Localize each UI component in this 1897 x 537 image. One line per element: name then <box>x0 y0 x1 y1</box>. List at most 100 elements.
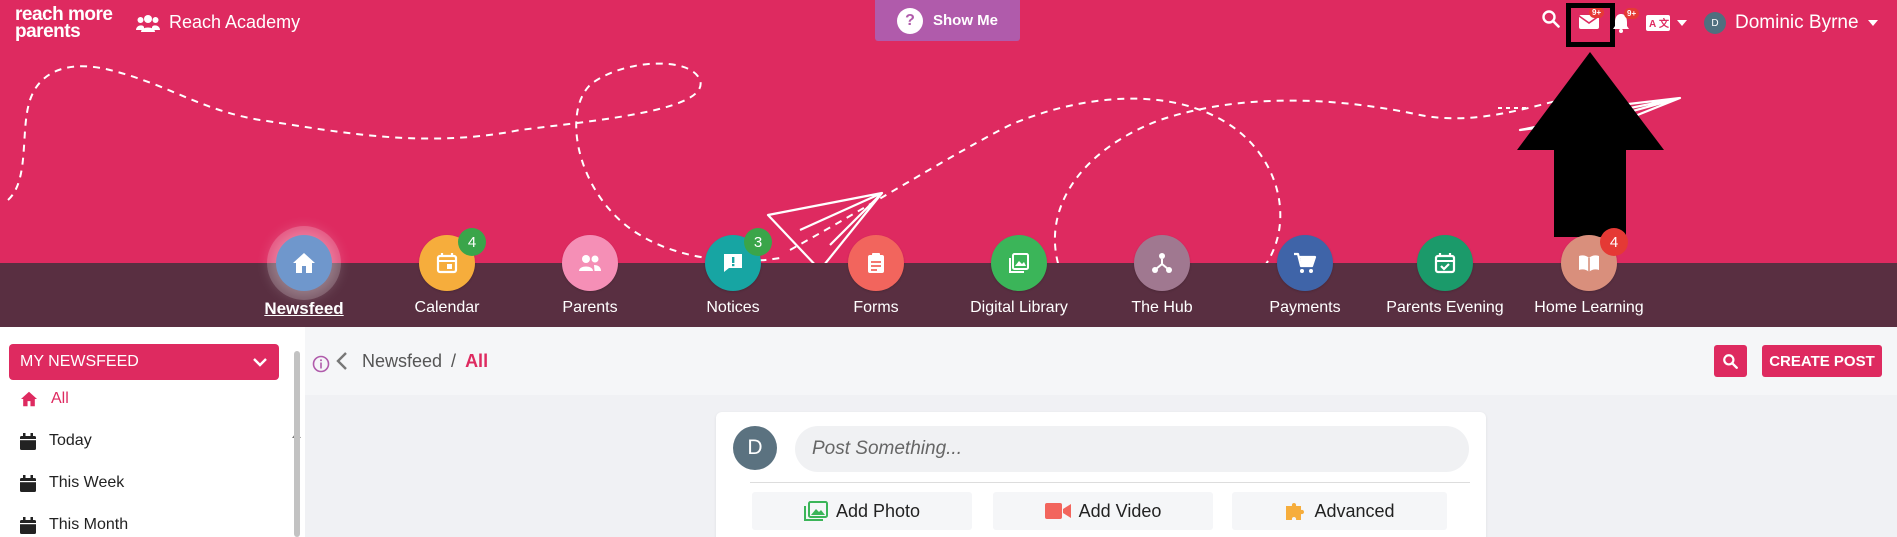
nav-home-learning-badge: 4 <box>1600 228 1628 256</box>
nav-the-hub-label: The Hub <box>1131 299 1193 316</box>
nav-digital-library-label: Digital Library <box>970 299 1068 316</box>
nav-payments[interactable]: Payments <box>1235 235 1375 317</box>
post-something-input[interactable] <box>795 426 1469 472</box>
sidebar-item-today[interactable]: Today <box>20 432 92 450</box>
nav-forms-circle <box>848 235 904 291</box>
nav-parents-evening[interactable]: Parents Evening <box>1375 235 1515 317</box>
school-name[interactable]: Reach Academy <box>136 12 300 33</box>
notifications-button[interactable]: 9+ <box>1612 8 1640 33</box>
nav-payments-circle <box>1277 235 1333 291</box>
nav-calendar[interactable]: 4 Calendar <box>377 228 517 317</box>
user-avatar: D <box>1704 12 1726 34</box>
nav-parents-evening-circle <box>1417 235 1473 291</box>
user-menu[interactable]: D Dominic Byrne <box>1704 12 1878 34</box>
calendar-icon <box>20 432 36 450</box>
caret-down-icon <box>1677 20 1687 26</box>
nav-newsfeed-label: Newsfeed <box>264 299 344 318</box>
reach-more-parents-logo[interactable]: reach more parents <box>15 5 113 42</box>
nav-home-learning[interactable]: 4 Home Learning <box>1519 228 1659 317</box>
nav-notices-circle: 3 <box>705 228 772 291</box>
add-photo-label: Add Photo <box>835 500 921 521</box>
sidebar-item-this-week[interactable]: This Week <box>20 474 124 492</box>
cart-icon <box>1294 252 1317 273</box>
sidebar-item-label: All <box>51 390 69 407</box>
advanced-button[interactable]: Advanced <box>1232 492 1447 530</box>
add-video-button[interactable]: Add Video <box>993 492 1213 530</box>
chevron-left-icon[interactable] <box>336 351 348 371</box>
nav-parents-circle <box>562 235 618 291</box>
svg-text:文: 文 <box>1659 17 1670 30</box>
form-icon <box>868 253 884 273</box>
nav-forms[interactable]: Forms <box>806 235 946 317</box>
home-icon <box>21 391 37 407</box>
nav-calendar-circle: 4 <box>419 228 486 291</box>
advanced-label: Advanced <box>1314 500 1395 521</box>
add-photo-button[interactable]: Add Photo <box>752 492 972 530</box>
image-icon <box>1009 253 1029 273</box>
nav-the-hub-circle <box>1134 235 1190 291</box>
avatar: D <box>733 426 777 470</box>
hub-icon <box>1152 253 1172 273</box>
nav-newsfeed[interactable]: Newsfeed <box>234 235 374 319</box>
nav-digital-library-circle <box>991 235 1047 291</box>
book-icon <box>1579 255 1599 272</box>
sidebar-item-this-month[interactable]: This Month <box>20 516 128 534</box>
app-root: reach more parents Reach Academy ? Show … <box>0 0 1897 537</box>
composer-divider <box>750 482 1470 483</box>
people-icon <box>136 14 160 32</box>
show-me-label: Show Me <box>932 12 998 29</box>
breadcrumb-root[interactable]: Newsfeed <box>362 351 442 372</box>
sidebar-scrollbar[interactable] <box>294 351 300 537</box>
translate-icon: A文 <box>1646 15 1670 31</box>
nav-parents-label: Parents <box>562 299 618 316</box>
newsfeed-search-button[interactable] <box>1714 345 1747 377</box>
people-icon <box>579 255 601 271</box>
nav-home-learning-label: Home Learning <box>1534 299 1644 316</box>
sidebar-item-label: This Month <box>49 516 129 533</box>
breadcrumb-separator: / <box>451 351 457 371</box>
home-icon <box>293 253 315 273</box>
logo-line-2: parents <box>15 21 81 42</box>
video-camera-icon <box>1044 503 1071 519</box>
user-name: Dominic Byrne <box>1735 12 1859 33</box>
calendar-icon <box>436 253 458 274</box>
nav-newsfeed-circle <box>276 235 332 291</box>
breadcrumb-current: All <box>465 351 489 371</box>
add-video-label: Add Video <box>1078 500 1162 521</box>
calendar-check-icon <box>1434 253 1456 274</box>
my-newsfeed-label: MY NEWSFEED <box>20 353 139 370</box>
my-newsfeed-dropdown[interactable]: MY NEWSFEED <box>9 344 279 380</box>
nav-notices[interactable]: 3 Notices <box>663 228 803 317</box>
puzzle-icon <box>1286 503 1305 520</box>
show-me-button[interactable]: ? Show Me <box>875 0 1020 41</box>
question-icon: ? <box>896 7 923 34</box>
calendar-icon <box>20 474 36 492</box>
photo-icon <box>803 501 828 521</box>
nav-digital-library[interactable]: Digital Library <box>949 235 1089 317</box>
caret-down-icon <box>1867 20 1878 26</box>
nav-the-hub[interactable]: The Hub <box>1092 235 1232 317</box>
search-icon <box>1723 353 1738 369</box>
newsfeed-toolbar <box>305 327 1897 395</box>
nav-home-learning-circle: 4 <box>1561 228 1628 291</box>
create-post-button[interactable]: CREATE POST <box>1762 345 1882 377</box>
school-name-label: Reach Academy <box>169 12 301 32</box>
nav-payments-label: Payments <box>1269 299 1341 316</box>
notifications-badge: 9+ <box>1624 8 1640 19</box>
sidebar-item-label: This Week <box>49 474 125 491</box>
nav-calendar-badge: 4 <box>458 228 486 256</box>
highlight-box <box>1566 3 1615 47</box>
nav-parents[interactable]: Parents <box>520 235 660 317</box>
sidebar-item-all[interactable]: All <box>20 390 69 408</box>
language-button[interactable]: A文 <box>1646 15 1687 31</box>
nav-forms-label: Forms <box>853 299 899 316</box>
nav-parents-evening-label: Parents Evening <box>1386 299 1504 316</box>
breadcrumb: Newsfeed / All <box>362 351 488 372</box>
nav-calendar-label: Calendar <box>414 299 480 316</box>
nav-notices-badge: 3 <box>744 228 772 256</box>
info-icon[interactable] <box>312 355 330 373</box>
sidebar-item-label: Today <box>49 432 92 449</box>
chevron-down-icon <box>253 358 267 367</box>
search-icon[interactable] <box>1542 10 1560 28</box>
calendar-icon <box>20 516 36 534</box>
